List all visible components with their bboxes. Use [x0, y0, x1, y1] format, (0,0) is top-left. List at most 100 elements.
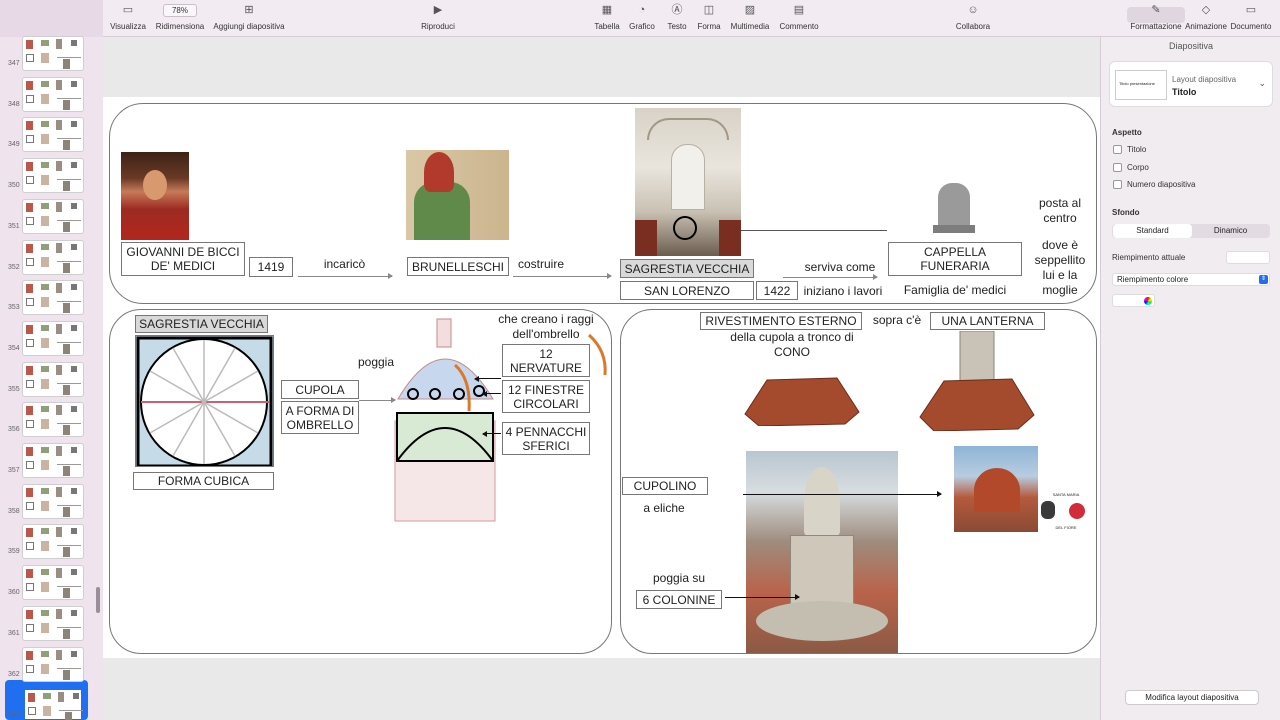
nervature-label[interactable]: 12 NERVATURE — [502, 344, 590, 377]
roof-image[interactable] — [743, 374, 861, 426]
comment-button[interactable]: ▤ Commento — [777, 4, 821, 31]
thumbnail-shape — [63, 628, 70, 639]
finestre-circolari-label[interactable]: 12 FINESTRE CIRCOLARI — [502, 380, 590, 413]
slide-navigator[interactable]: 347 348 349 350 351 352 353 354 355 356 357 358 359 3… — [0, 0, 103, 720]
dynamic-option[interactable]: Dinamico — [1191, 224, 1270, 238]
thumbnail-shape — [41, 80, 49, 87]
thumbnail-shape — [41, 419, 49, 430]
slide-thumbnail[interactable] — [22, 361, 84, 397]
slide-thumbnail[interactable] — [22, 524, 84, 560]
brunelleschi-label[interactable]: BRUNELLESCHI — [407, 257, 509, 276]
navigator-scrollbar[interactable] — [96, 587, 100, 613]
iniziano-lavori-label[interactable]: iniziano i lavori — [800, 284, 886, 299]
giovanni-portrait-image[interactable] — [121, 152, 189, 240]
cupola-cono-label[interactable]: della cupola a tronco di CONO — [727, 330, 857, 360]
giovanni-label[interactable]: GIOVANNI DE BICCI DE' MEDICI — [121, 242, 245, 276]
ombrello-label[interactable]: A FORMA DI OMBRELLO — [281, 401, 359, 434]
arrow-costruire — [513, 273, 612, 279]
sagrestia-vecchia-heading[interactable]: SAGRESTIA VECCHIA — [135, 315, 268, 333]
slide-number-checkbox[interactable]: Numero diapositiva — [1113, 180, 1195, 189]
slide-thumbnail[interactable] — [22, 76, 84, 112]
cappella-funeraria-label[interactable]: CAPPELLA FUNERARIA — [888, 242, 1022, 276]
layout-value: Titolo — [1172, 87, 1197, 97]
thumbnail-shape — [57, 626, 81, 628]
famiglia-medici-label[interactable]: Famiglia de' medici — [888, 283, 1022, 298]
slide-thumbnail[interactable] — [22, 280, 84, 316]
slide-layout-selector[interactable]: Titolo presentazione Layout diapositiva … — [1109, 61, 1273, 107]
text-button[interactable]: Ⓐ Testo — [663, 4, 691, 31]
thumbnail-shape — [41, 134, 49, 145]
slide-thumbnail[interactable] — [22, 402, 84, 438]
document-tab[interactable]: ▭ Documento — [1229, 4, 1273, 31]
santa-maria-fiore-card[interactable]: SANTA MARIA DEL FIORE — [1039, 491, 1093, 533]
thumbnail-shape — [41, 378, 49, 389]
sagrestia-interior-image[interactable] — [635, 108, 741, 256]
view-button[interactable]: ▭ Visualizza — [109, 4, 147, 31]
sagrestia-vecchia-label[interactable]: SAGRESTIA VECCHIA — [620, 259, 754, 278]
body-checkbox[interactable]: Corpo — [1113, 163, 1149, 172]
slide-thumbnail[interactable] — [22, 117, 84, 153]
collaborate-button[interactable]: ☺ Collabora — [953, 4, 993, 31]
thumbnail-shape — [26, 216, 34, 225]
forma-cubica-label[interactable]: FORMA CUBICA — [133, 472, 274, 490]
slide-number: 350 — [8, 182, 20, 190]
thumbnail-shape — [71, 80, 77, 87]
slide-thumbnail[interactable] — [22, 605, 84, 641]
cupolino-label[interactable]: CUPOLINO — [622, 477, 708, 495]
lantern-ring — [756, 601, 888, 641]
duomo-image[interactable] — [954, 446, 1038, 532]
colonine-label[interactable]: 6 COLONINE — [636, 590, 722, 609]
slide-thumbnail[interactable] — [22, 239, 84, 275]
animate-tab[interactable]: ◇ Animazione — [1185, 4, 1227, 31]
cupola-label[interactable]: CUPOLA — [281, 380, 359, 399]
san-lorenzo-label[interactable]: SAN LORENZO — [620, 281, 754, 300]
fill-type-dropdown[interactable]: Riempimento colore ⇕ — [1112, 273, 1270, 286]
color-well[interactable] — [1112, 294, 1155, 307]
slide-thumbnail[interactable] — [22, 443, 84, 478]
slide-thumbnail[interactable] — [22, 646, 84, 682]
thumbnail-shape — [26, 461, 34, 469]
slide-thumbnail[interactable] — [22, 687, 84, 720]
lanterna-label[interactable]: UNA LANTERNA — [930, 312, 1045, 330]
slide-canvas[interactable]: GIOVANNI DE BICCI DE' MEDICI 1419 incari… — [103, 97, 1100, 658]
slide-thumbnail[interactable] — [22, 198, 84, 234]
shape-button[interactable]: ◫ Forma — [695, 4, 723, 31]
title-checkbox[interactable]: Titolo — [1113, 145, 1146, 154]
lantern-roof-image[interactable] — [918, 331, 1036, 431]
year-1422-label[interactable]: 1422 — [756, 281, 798, 300]
year-1419-label[interactable]: 1419 — [249, 257, 293, 277]
lantern-closeup-image[interactable] — [746, 451, 898, 653]
pennacchi-sferici-label[interactable]: 4 PENNACCHI SFERICI — [502, 422, 590, 455]
poggia-su-label[interactable]: poggia su — [639, 571, 719, 586]
del-fiore-text: DEL FIORE — [1055, 525, 1077, 530]
edit-layout-button[interactable]: Modifica layout diapositiva — [1125, 690, 1259, 705]
rivestimento-esterno-label[interactable]: RIVESTIMENTO ESTERNO — [700, 312, 862, 330]
table-button[interactable]: ▦ Tabella — [592, 4, 622, 31]
brunelleschi-portrait-image[interactable] — [406, 150, 509, 240]
thumbnail-shape — [63, 384, 70, 395]
thumbnail-shape — [26, 162, 33, 172]
plan-drawing[interactable] — [135, 335, 274, 467]
posta-al-centro-label[interactable]: posta al centro — [1030, 196, 1090, 226]
serviva-come-label[interactable]: serviva come — [798, 260, 882, 275]
zoom-button[interactable]: 78% Ridimensiona — [153, 4, 207, 31]
costruire-label[interactable]: costruire — [513, 257, 569, 272]
tombstone-image[interactable] — [933, 183, 975, 235]
media-button[interactable]: ▨ Multimedia — [727, 4, 773, 31]
sopra-label[interactable]: sopra c'è — [867, 313, 927, 328]
add-slide-button[interactable]: ⊞ Aggiungi diapositiva — [213, 4, 285, 31]
chart-button[interactable]: ◔ Grafico — [627, 4, 657, 31]
play-button[interactable]: ▶ Riproduci — [419, 4, 457, 31]
slide-thumbnail[interactable] — [22, 320, 84, 356]
standard-option[interactable]: Standard — [1113, 224, 1192, 238]
dove-seppellito-label[interactable]: dove è seppellito lui e la moglie — [1030, 238, 1090, 298]
slide-thumbnail[interactable] — [22, 565, 84, 601]
incarico-label[interactable]: incaricò — [307, 257, 382, 272]
eliche-label[interactable]: a eliche — [629, 501, 699, 516]
thumbnail-shape — [43, 693, 51, 700]
slide-thumbnail[interactable] — [22, 483, 84, 519]
slide-thumbnail[interactable] — [22, 158, 84, 194]
slide-thumbnail[interactable] — [22, 36, 84, 71]
format-tab[interactable]: ✎ Formattazione — [1127, 4, 1185, 31]
current-fill-swatch[interactable] — [1226, 251, 1270, 264]
